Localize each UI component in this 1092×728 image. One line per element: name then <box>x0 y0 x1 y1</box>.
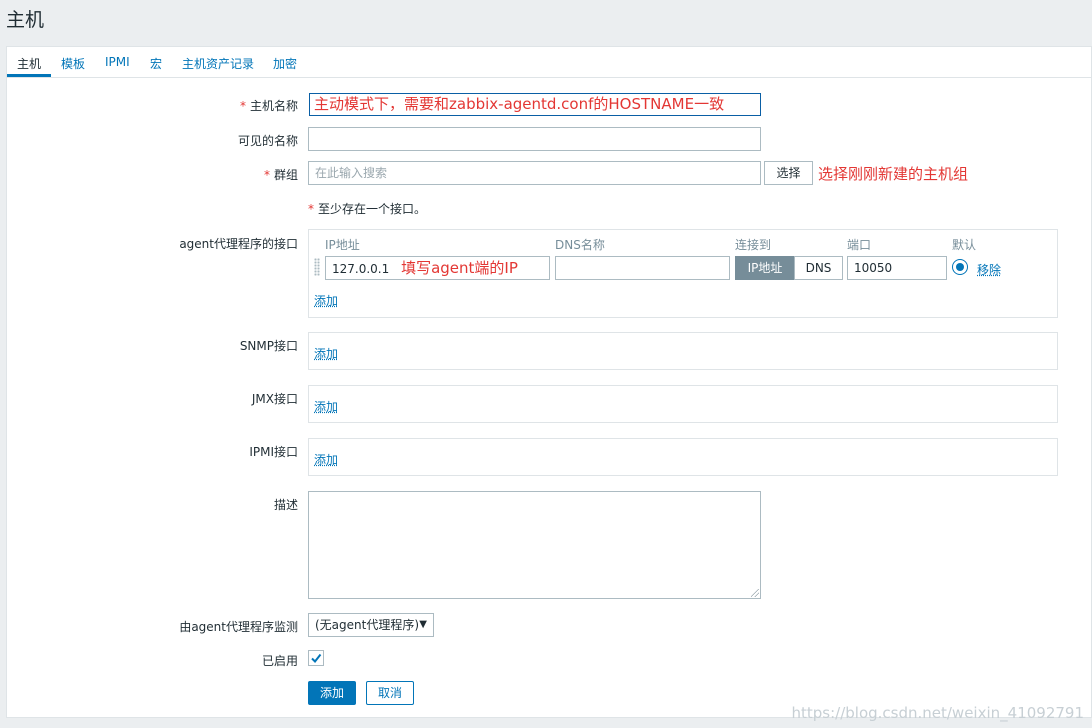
tab-bar: 主机 模板 IPMI 宏 主机资产记录 加密 <box>7 47 1091 78</box>
required-mark: * <box>263 168 270 182</box>
tab-templates[interactable]: 模板 <box>61 55 85 72</box>
host-name-label: * 主机名称 <box>239 99 298 113</box>
proxy-select[interactable]: (无agent代理程序) ▼ <box>308 613 434 637</box>
tab-ipmi[interactable]: IPMI <box>105 55 130 69</box>
connect-ip-toggle[interactable]: IP地址 <box>735 256 795 280</box>
groups-annotation: 选择刚刚新建的主机组 <box>818 165 969 183</box>
chevron-down-icon: ▼ <box>419 619 427 630</box>
add-snmp-interface-link[interactable]: 添加 <box>314 345 338 362</box>
add-jmx-interface-link[interactable]: 添加 <box>314 398 338 415</box>
resize-handle-icon[interactable] <box>751 589 759 597</box>
jmx-interfaces-label: JMX接口 <box>251 392 298 406</box>
host-name-input[interactable]: 主动模式下，需要和zabbix-agentd.conf的HOSTNAME一致 <box>309 93 761 116</box>
groups-select-button[interactable]: 选择 <box>764 161 813 185</box>
connect-dns-toggle[interactable]: DNS <box>794 256 843 280</box>
header-connect: 连接到 <box>735 238 772 252</box>
groups-label: * 群组 <box>263 168 298 182</box>
tab-macros[interactable]: 宏 <box>150 55 162 72</box>
jmx-interfaces-box <box>308 385 1058 423</box>
groups-search-input[interactable]: 在此输入搜索 <box>308 161 761 185</box>
add-ipmi-interface-link[interactable]: 添加 <box>314 451 338 468</box>
enabled-checkbox[interactable] <box>308 650 324 666</box>
default-interface-radio[interactable] <box>952 259 968 275</box>
proxy-selected-value: (无agent代理程序) <box>315 618 420 632</box>
header-ip: IP地址 <box>325 238 360 252</box>
required-mark: * <box>239 99 246 113</box>
visible-name-label: 可见的名称 <box>237 134 298 148</box>
proxy-label: 由agent代理程序监测 <box>179 620 298 634</box>
visible-name-input[interactable] <box>308 127 761 151</box>
enabled-label: 已启用 <box>261 654 298 668</box>
header-port: 端口 <box>847 238 872 252</box>
agent-interfaces-label: agent代理程序的接口 <box>179 237 298 251</box>
agent-ip-annotation: 填写agent端的IP <box>401 259 518 277</box>
active-tab-indicator <box>7 74 51 77</box>
snmp-interfaces-box <box>308 332 1058 370</box>
tab-inventory[interactable]: 主机资产记录 <box>182 55 254 72</box>
add-button[interactable]: 添加 <box>308 681 356 705</box>
watermark: https://blog.csdn.net/weixin_41092791 <box>791 704 1084 722</box>
agent-ip-value: 127.0.0.1 <box>332 262 390 276</box>
agent-port-input[interactable]: 10050 <box>847 256 947 280</box>
remove-interface-link[interactable]: 移除 <box>977 261 1001 278</box>
page-title: 主机 <box>6 9 45 31</box>
snmp-interfaces-label: SNMP接口 <box>239 339 298 353</box>
description-textarea[interactable] <box>308 491 761 599</box>
description-label: 描述 <box>273 498 298 512</box>
tab-encryption[interactable]: 加密 <box>273 55 297 72</box>
header-default: 默认 <box>952 238 977 252</box>
ipmi-interfaces-box <box>308 438 1058 476</box>
interface-required-note: * 至少存在一个接口。 <box>308 202 427 216</box>
agent-ip-input[interactable]: 127.0.0.1 填写agent端的IP <box>325 256 550 280</box>
header-dns: DNS名称 <box>555 238 605 252</box>
ipmi-interfaces-label: IPMI接口 <box>249 445 298 459</box>
checkmark-icon <box>311 653 322 664</box>
cancel-button[interactable]: 取消 <box>366 681 414 705</box>
tab-host[interactable]: 主机 <box>17 55 41 72</box>
drag-handle-icon[interactable] <box>314 258 320 276</box>
add-agent-interface-link[interactable]: 添加 <box>314 292 338 309</box>
agent-dns-input[interactable] <box>555 256 730 280</box>
